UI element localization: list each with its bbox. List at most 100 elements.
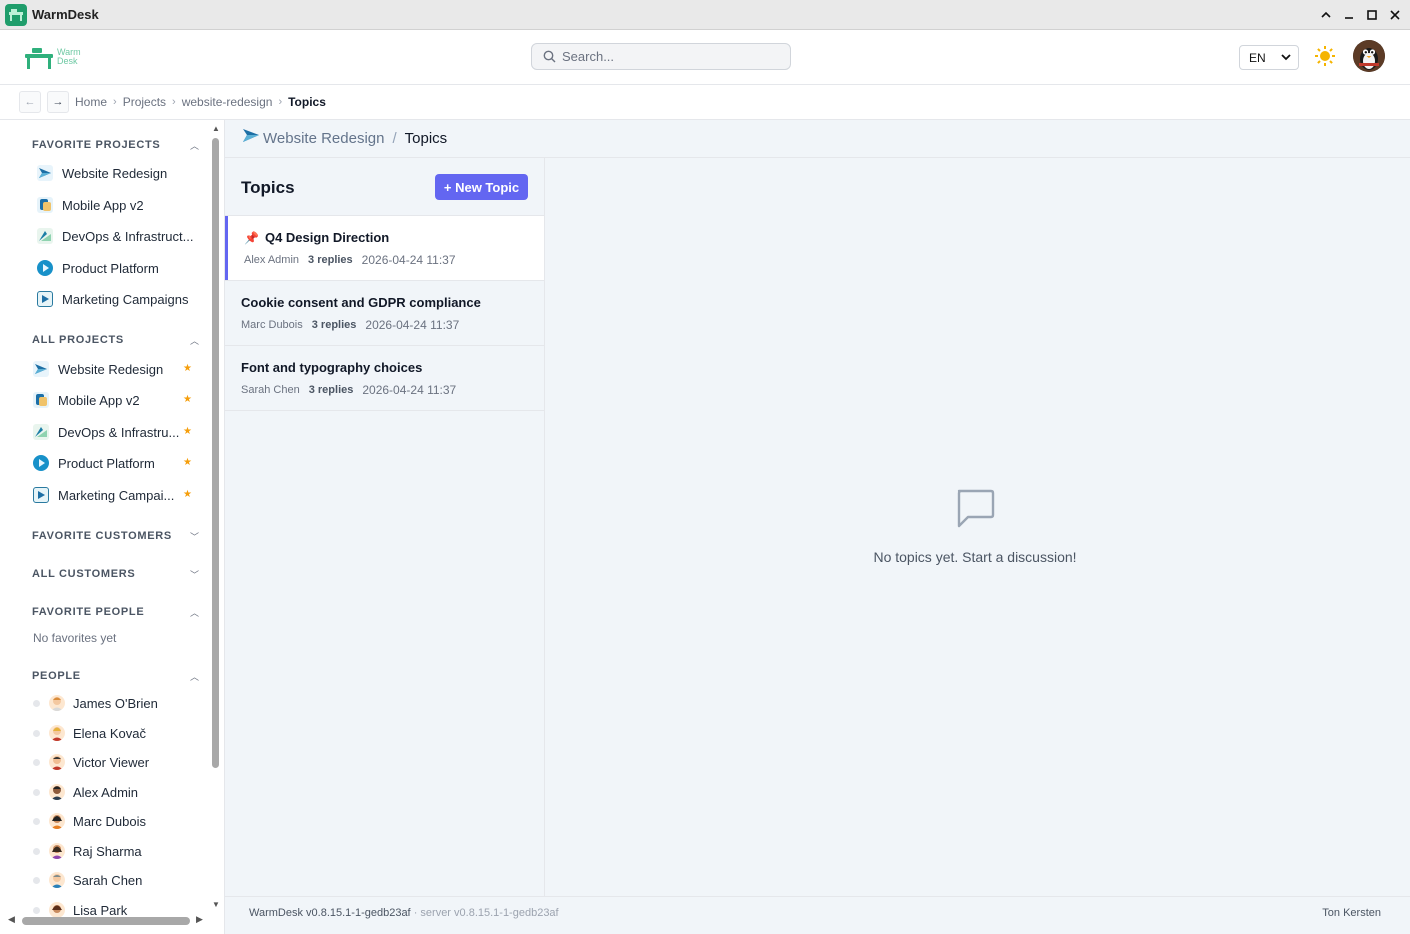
- chevron-down-icon[interactable]: ﹀: [190, 568, 199, 581]
- chevron-up-icon[interactable]: ︿: [190, 139, 199, 152]
- favorite-projects-heading[interactable]: FAVORITE PROJECTS: [32, 139, 160, 151]
- breadcrumb-separator: ›: [278, 96, 283, 108]
- topic-item[interactable]: 📌 Q4 Design Direction Alex Admin 3 repli…: [225, 216, 544, 281]
- sidebar-person[interactable]: Victor Viewer: [33, 754, 149, 770]
- favorite-people-empty: No favorites yet: [33, 631, 117, 645]
- sidebar-item-mobile-app[interactable]: Mobile App v2: [37, 197, 144, 213]
- project-icon: [37, 260, 53, 276]
- presence-dot: [33, 876, 40, 884]
- people-heading[interactable]: PEOPLE: [32, 670, 81, 682]
- breadcrumb-home[interactable]: Home: [75, 95, 107, 109]
- favorite-star-icon[interactable]: ★: [183, 489, 192, 500]
- sidebar-person[interactable]: James O'Brien: [33, 695, 158, 711]
- person-name: Elena Kovač: [73, 725, 146, 741]
- favorite-people-heading[interactable]: FAVORITE PEOPLE: [32, 606, 144, 618]
- project-name-link[interactable]: Website Redesign: [263, 130, 384, 147]
- favorite-star-icon[interactable]: ★: [183, 426, 192, 437]
- sidebar-item-devops[interactable]: DevOps & Infrastru...: [33, 424, 179, 440]
- footer: WarmDesk v0.8.15.1-1-gedb23af · server v…: [225, 896, 1410, 934]
- chevron-up-icon[interactable]: [1316, 5, 1335, 24]
- breadcrumb-project[interactable]: website-redesign: [182, 95, 273, 109]
- sidebar-person[interactable]: Alex Admin: [33, 784, 138, 800]
- back-button[interactable]: ←: [19, 91, 41, 113]
- sidebar-item-label: Website Redesign: [62, 165, 168, 181]
- all-projects-heading[interactable]: ALL PROJECTS: [32, 334, 124, 346]
- topic-list-panel: Topics + New Topic 📌 Q4 Design Direction…: [225, 158, 545, 896]
- person-name: James O'Brien: [73, 695, 158, 711]
- topic-list: 📌 Q4 Design Direction Alex Admin 3 repli…: [225, 215, 544, 411]
- all-customers-heading[interactable]: ALL CUSTOMERS: [32, 568, 135, 580]
- chevron-up-icon[interactable]: ︿: [190, 334, 199, 347]
- scroll-right-icon[interactable]: ▶: [196, 914, 203, 925]
- new-topic-button[interactable]: + New Topic: [435, 174, 528, 200]
- empty-state-message: No topics yet. Start a discussion!: [873, 549, 1077, 565]
- presence-dot: [33, 729, 40, 737]
- chevron-up-icon[interactable]: ︿: [190, 670, 199, 683]
- user-avatar[interactable]: [1353, 40, 1385, 72]
- search-input[interactable]: [562, 49, 772, 64]
- topic-replies: 3 replies: [311, 319, 357, 331]
- sidebar-item-label: Product Platform: [62, 260, 159, 276]
- sidebar-item-marketing[interactable]: Marketing Campai...: [33, 487, 174, 503]
- project-icon: [37, 291, 53, 307]
- scroll-left-icon[interactable]: ◀: [8, 914, 15, 925]
- theme-toggle-sun-icon[interactable]: [1313, 44, 1337, 68]
- sidebar-item-mobile-app[interactable]: Mobile App v2: [33, 392, 140, 408]
- main-content: Website Redesign / Topics Topics + New T…: [225, 120, 1410, 896]
- scrollbar-thumb[interactable]: [212, 138, 219, 768]
- topic-item[interactable]: Font and typography choices Sarah Chen 3…: [225, 346, 544, 411]
- sidebar-item-label: Website Redesign: [58, 361, 164, 377]
- server-version: · server v0.8.15.1-1-gedb23af: [413, 907, 559, 919]
- sidebar-item-product-platform[interactable]: Product Platform: [37, 260, 159, 276]
- sidebar-vertical-scrollbar[interactable]: ▲ ▼: [209, 120, 221, 914]
- breadcrumb-projects[interactable]: Projects: [123, 95, 166, 109]
- footer-user: Ton Kersten: [1322, 907, 1381, 919]
- minimize-icon[interactable]: [1339, 5, 1358, 24]
- app-icon: [5, 3, 27, 26]
- sidebar-person[interactable]: Sarah Chen: [33, 872, 142, 888]
- sidebar-item-website-redesign[interactable]: Website Redesign: [37, 165, 167, 181]
- favorite-star-icon[interactable]: ★: [183, 394, 192, 405]
- search-box[interactable]: [531, 43, 791, 70]
- person-avatar: [49, 872, 65, 888]
- breadcrumb-bar: ← → Home › Projects › website-redesign ›…: [0, 85, 1410, 120]
- sidebar-person[interactable]: Marc Dubois: [33, 813, 146, 829]
- topic-replies: 3 replies: [308, 384, 354, 396]
- empty-state: No topics yet. Start a discussion!: [545, 158, 1410, 896]
- topic-author: Alex Admin: [244, 254, 300, 266]
- forward-button[interactable]: →: [47, 91, 69, 113]
- sidebar-item-label: Mobile App v2: [58, 392, 140, 408]
- pin-icon: 📌: [244, 230, 259, 245]
- sidebar-item-product-platform[interactable]: Product Platform: [33, 455, 155, 471]
- sidebar-item-website-redesign[interactable]: Website Redesign: [33, 361, 163, 377]
- chat-bubble-icon: [957, 489, 995, 528]
- scroll-up-icon[interactable]: ▲: [212, 124, 220, 133]
- close-icon[interactable]: [1385, 5, 1404, 24]
- topics-heading: Topics: [241, 178, 295, 197]
- scrollbar-thumb[interactable]: [22, 917, 190, 925]
- sidebar-item-devops[interactable]: DevOps & Infrastruct...: [37, 228, 194, 244]
- favorite-customers-heading[interactable]: FAVORITE CUSTOMERS: [32, 530, 172, 542]
- favorite-star-icon[interactable]: ★: [183, 457, 192, 468]
- person-name: Victor Viewer: [73, 754, 150, 770]
- sidebar-item-label: DevOps & Infrastruct...: [62, 228, 194, 244]
- topic-author: Sarah Chen: [241, 384, 300, 396]
- person-name: Sarah Chen: [73, 872, 143, 888]
- maximize-icon[interactable]: [1362, 5, 1381, 24]
- project-icon: [33, 392, 49, 408]
- favorite-star-icon[interactable]: ★: [183, 363, 192, 374]
- sidebar-horizontal-scrollbar[interactable]: ◀ ▶: [0, 914, 210, 928]
- topic-replies: 3 replies: [308, 254, 353, 266]
- sidebar-person[interactable]: Raj Sharma: [33, 843, 142, 859]
- scroll-down-icon[interactable]: ▼: [212, 900, 220, 909]
- chevron-down-icon[interactable]: ﹀: [190, 530, 199, 543]
- sidebar-person[interactable]: Elena Kovač: [33, 725, 146, 741]
- language-select[interactable]: EN: [1239, 45, 1299, 70]
- breadcrumb-separator: ›: [172, 96, 176, 108]
- presence-dot: [33, 906, 40, 914]
- chevron-up-icon[interactable]: ︿: [190, 606, 199, 619]
- topic-item[interactable]: Cookie consent and GDPR compliance Marc …: [225, 281, 544, 346]
- sidebar-item-label: Product Platform: [58, 455, 155, 471]
- sidebar-item-marketing[interactable]: Marketing Campaigns: [37, 291, 188, 307]
- logo[interactable]: Warm Desk: [24, 46, 81, 70]
